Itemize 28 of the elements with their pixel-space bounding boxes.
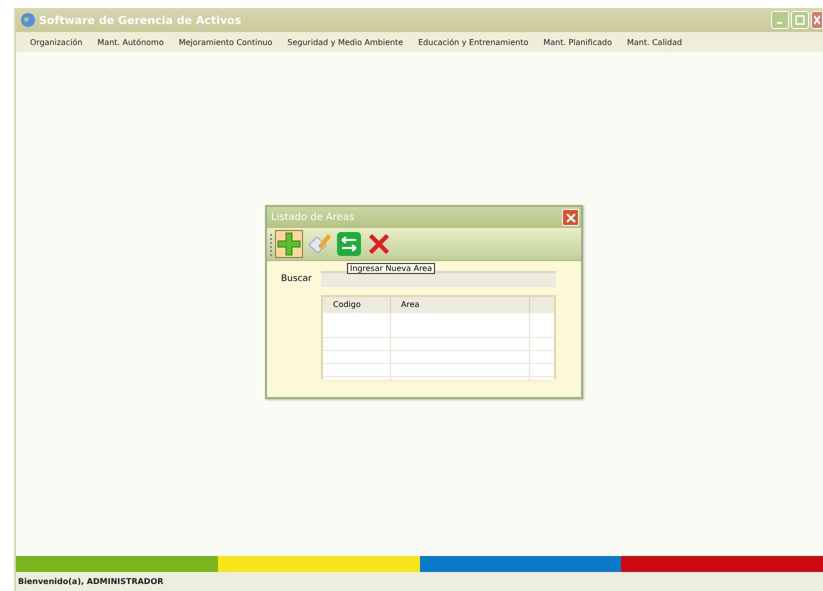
tooltip: Ingresar Nueva Area: [347, 263, 436, 274]
menu-item[interactable]: Mant. Planificado: [543, 38, 612, 46]
menu-item[interactable]: Mant. Autónomo: [97, 38, 164, 46]
plus-icon: [276, 231, 302, 257]
grip-icon: [269, 232, 273, 256]
close-icon: [566, 212, 576, 222]
search-field[interactable]: [321, 271, 556, 287]
add-button[interactable]: [275, 230, 303, 258]
close-icon: [814, 15, 820, 25]
search-label: Buscar: [281, 274, 313, 284]
close-button[interactable]: [811, 11, 823, 29]
menu-item[interactable]: Organización: [30, 38, 82, 46]
menu-item[interactable]: Educación y Entrenamiento: [418, 38, 528, 46]
menu-item[interactable]: Mant. Calidad: [627, 38, 682, 46]
column-header[interactable]: Codigo: [323, 297, 391, 313]
window-title: Software de Gerencia de Activos: [39, 14, 242, 26]
menu-item[interactable]: Mejoramiento Continuo: [178, 38, 272, 46]
maximize-icon: [795, 15, 805, 25]
minimize-button[interactable]: [771, 11, 789, 29]
menu-item[interactable]: Seguridad y Medio Ambiente: [287, 38, 404, 46]
transfer-button[interactable]: [335, 230, 363, 258]
close-button[interactable]: [562, 209, 579, 226]
status-text: Bienvenido(a), ADMINISTRADOR: [18, 577, 164, 586]
globe-icon: [20, 12, 36, 28]
arrows-icon: [336, 231, 362, 257]
maximize-button[interactable]: [791, 11, 809, 29]
column-header[interactable]: Area: [391, 297, 530, 313]
dialog-title: Listado de Areas: [271, 212, 354, 223]
